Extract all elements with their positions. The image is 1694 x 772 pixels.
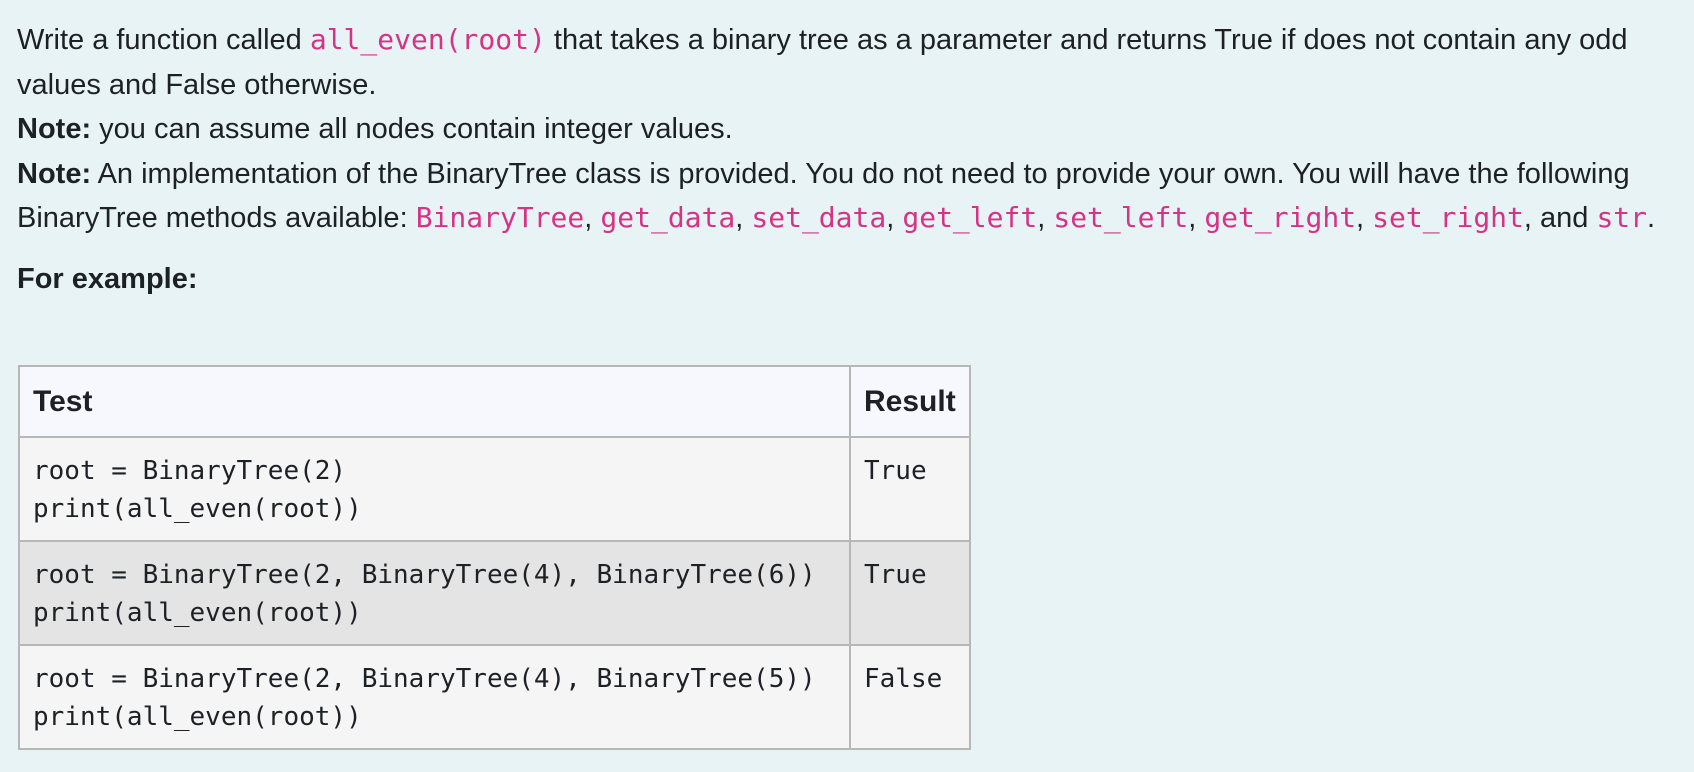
method-separator-and: , and — [1523, 202, 1597, 234]
example-heading: For example: — [17, 262, 198, 295]
method-separator: , — [735, 202, 752, 234]
question-intro: Write a function called all_even(root) t… — [17, 18, 1687, 107]
method-name: set_data — [751, 201, 887, 234]
method-separator: , — [886, 202, 903, 234]
note-label: Note: — [17, 157, 92, 190]
note-integers: Note: you can assume all nodes contain i… — [17, 107, 1687, 152]
method-separator: , — [1356, 202, 1373, 234]
note-label: Note: — [17, 113, 92, 145]
table-row: root = BinaryTree(2) print(all_even(root… — [18, 436, 971, 542]
table-row: root = BinaryTree(2, BinaryTree(4), Bina… — [18, 540, 971, 646]
method-name: set_right — [1372, 201, 1524, 234]
table-header-row: Test Result — [18, 365, 971, 438]
test-code-cell: root = BinaryTree(2, BinaryTree(4), Bina… — [18, 644, 851, 750]
note-text: you can assume all nodes contain integer… — [91, 113, 733, 145]
table-row: root = BinaryTree(2, BinaryTree(4), Bina… — [18, 644, 971, 750]
test-code-cell: root = BinaryTree(2) print(all_even(root… — [18, 436, 851, 542]
method-separator: , — [1037, 202, 1054, 234]
method-separator: , — [584, 202, 601, 234]
intro-text-pre: Write a function called — [17, 24, 310, 56]
result-cell: True — [849, 540, 971, 646]
method-name: BinaryTree — [415, 201, 585, 234]
function-signature: all_even(root) — [309, 23, 546, 56]
result-cell: False — [849, 644, 971, 750]
method-name: get_right — [1204, 201, 1357, 234]
column-header-result: Result — [849, 365, 971, 438]
result-cell: True — [849, 436, 971, 542]
note-binarytree: Note: An implementation of the BinaryTre… — [17, 152, 1687, 241]
method-separator: , — [1188, 202, 1205, 234]
method-name: str — [1596, 201, 1648, 234]
test-code-cell: root = BinaryTree(2, BinaryTree(4), Bina… — [18, 540, 851, 646]
examples-table: Test Result root = BinaryTree(2) print(a… — [18, 365, 971, 750]
method-name: get_left — [902, 201, 1038, 234]
sentence-period: . — [1647, 202, 1656, 234]
column-header-test: Test — [18, 365, 851, 438]
question-text: Write a function called all_even(root) t… — [17, 18, 1687, 301]
method-name: set_left — [1053, 201, 1189, 234]
method-name: get_data — [600, 201, 736, 234]
